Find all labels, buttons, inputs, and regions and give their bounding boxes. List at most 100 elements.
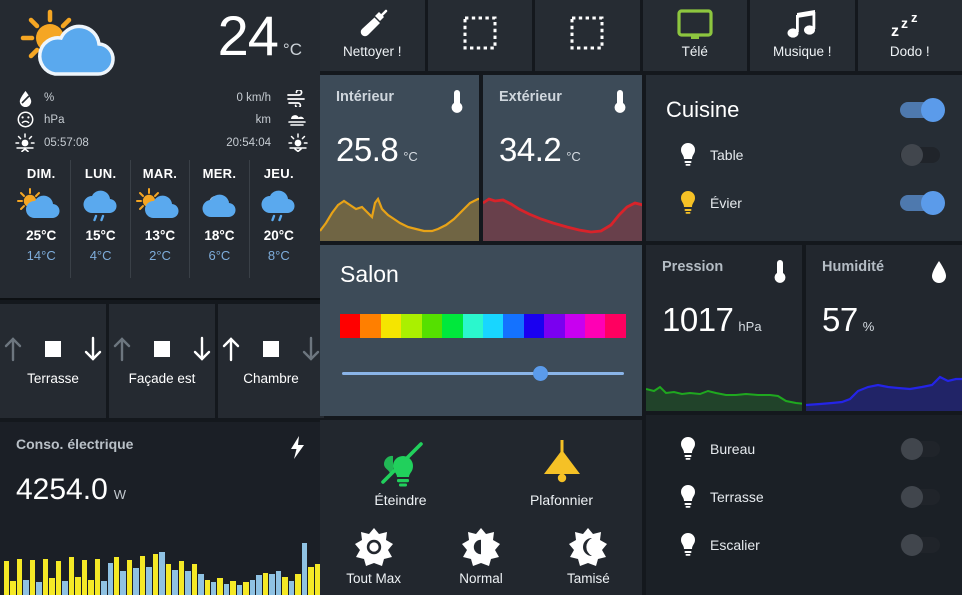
shutter-facade-est[interactable]: Façade est (109, 304, 215, 418)
light-toggle-bureau[interactable] (900, 437, 946, 461)
metric-title: Pression (662, 259, 724, 275)
scene-label: Tout Max (346, 571, 402, 587)
slider-knob[interactable] (533, 366, 549, 381)
forecast-day: DIM. 25°C 14°C (12, 160, 70, 278)
electric-bar (269, 574, 275, 595)
color-swatch[interactable] (544, 314, 565, 338)
shutter-terrasse[interactable]: Terrasse (0, 304, 106, 418)
shutter-chambre[interactable]: Chambre (218, 304, 324, 418)
color-swatch[interactable] (442, 314, 463, 338)
light-row-terrasse[interactable]: Terrasse (666, 473, 946, 521)
light-row-table[interactable]: Table (666, 131, 946, 179)
bolt-icon (289, 436, 306, 459)
brightness-slider[interactable] (340, 364, 626, 382)
electric-bar (256, 575, 262, 595)
vacuum-broom-icon (355, 7, 389, 43)
light-scene-buttons: Éteindre Plafonnier Tout Max Normal Tami… (320, 420, 642, 595)
light-name: Évier (710, 195, 742, 211)
shutter-up-button[interactable] (109, 334, 135, 364)
electric-bar (282, 576, 288, 595)
scene-button-tamise[interactable]: Tamisé (535, 519, 642, 595)
metric-card-exterieur[interactable]: Extérieur 34.2 °C (483, 75, 642, 241)
electric-bar (178, 561, 185, 595)
light-toggle-escalier[interactable] (900, 533, 946, 557)
shutter-down-button[interactable] (80, 334, 106, 364)
electric-bar (152, 554, 159, 595)
shutter-up-button[interactable] (218, 334, 244, 364)
metric-unit: °C (403, 149, 418, 164)
scene-button-plafonnier[interactable]: Plafonnier (481, 428, 642, 519)
humidity-drop-icon (12, 90, 38, 107)
color-swatch[interactable] (482, 314, 504, 338)
svg-text:z: z (911, 10, 918, 25)
light-toggle-evier[interactable] (900, 191, 946, 215)
color-swatch[interactable] (523, 314, 545, 338)
metric-card-pression[interactable]: Pression 1017 hPa (646, 245, 802, 411)
shutter-stop-button[interactable] (149, 334, 175, 364)
electric-bar (249, 579, 256, 595)
scene-button-normal[interactable]: Normal (427, 519, 534, 595)
metric-title: Humidité (822, 259, 885, 275)
toolbar-button-musique[interactable]: Musique ! (750, 0, 855, 71)
color-swatch[interactable] (360, 314, 381, 338)
electric-bar (62, 581, 68, 595)
toolbar-button-dodo[interactable]: zzz Dodo ! (857, 0, 962, 71)
toolbar-button-nettoyer[interactable]: Nettoyer ! (320, 0, 425, 71)
other-lights-panel: Bureau Terrasse Escalier (646, 415, 962, 595)
smart-home-dashboard: 24 °C % 0 km/h hPa km 05:57:08 20:54:04 … (0, 0, 962, 595)
electric-bar (23, 579, 29, 595)
scene-label: Éteindre (374, 492, 427, 509)
weather-forecast: DIM. 25°C 14°C LUN. 15°C 4°C MAR. 13°C 2… (12, 160, 308, 278)
toolbar-label: Télé (681, 44, 708, 59)
current-temperature: 24 °C (218, 6, 308, 64)
color-swatch[interactable] (605, 314, 626, 338)
scene-button-eteindre[interactable]: Éteindre (320, 428, 481, 519)
bulb-icon (666, 142, 710, 168)
scene-toolbar: Nettoyer ! Télé Musique ! z z z Dodo ! (320, 0, 962, 71)
weather-details: % 0 km/h hPa km 05:57:08 20:54:04 (12, 88, 308, 154)
right-wrapper: Nettoyer ! Télé Musique ! z z z Dodo ! I… (320, 0, 962, 595)
color-picker-bar[interactable] (340, 314, 626, 338)
metric-card-interieur[interactable]: Intérieur 25.8 °C (320, 75, 479, 241)
electric-bar (204, 579, 210, 595)
right-column: Cuisine Table Évier Pression 1017 hPa Hu… (646, 75, 962, 595)
color-swatch[interactable] (564, 314, 586, 338)
color-swatch[interactable] (421, 314, 443, 338)
color-swatch[interactable] (503, 314, 524, 338)
temperature-value: 24 (217, 4, 279, 67)
scene-label: Plafonnier (529, 492, 594, 509)
light-row-evier[interactable]: Évier (666, 179, 946, 227)
light-toggle-table[interactable] (900, 143, 946, 167)
shutter-down-button[interactable] (189, 334, 215, 364)
shutter-stop-button[interactable] (258, 334, 284, 364)
slider-track (342, 372, 624, 375)
color-swatch[interactable] (340, 314, 361, 338)
toolbar-button-tele[interactable]: Télé (642, 0, 747, 71)
svg-text:z: z (891, 23, 899, 40)
humidity-text: % (44, 92, 55, 105)
cuisine-master-toggle[interactable] (900, 98, 946, 122)
scene-button-tout-max[interactable]: Tout Max (320, 519, 427, 595)
color-swatch[interactable] (401, 314, 422, 338)
salon-title: Salon (340, 261, 399, 287)
light-row-escalier[interactable]: Escalier (666, 521, 946, 569)
forecast-high: 25°C (26, 228, 57, 243)
toolbar-button-placeholder-2[interactable] (535, 0, 640, 71)
sparkline-interieur (320, 196, 479, 241)
electric-bar (223, 583, 230, 595)
color-swatch[interactable] (462, 314, 483, 338)
sunrise-time: 05:57:08 (44, 136, 89, 149)
electric-bar (107, 562, 113, 595)
visibility-text: km (255, 113, 271, 126)
light-row-bureau[interactable]: Bureau (666, 425, 946, 473)
shutter-up-button[interactable] (0, 334, 26, 364)
lamp-off-icon (375, 438, 427, 488)
light-toggle-terrasse[interactable] (900, 485, 946, 509)
shutter-stop-button[interactable] (40, 334, 66, 364)
toolbar-label: Musique ! (772, 44, 832, 59)
color-swatch[interactable] (585, 314, 606, 338)
metric-card-humidite[interactable]: Humidité 57 % (806, 245, 962, 411)
toolbar-button-placeholder-1[interactable] (427, 0, 532, 71)
color-swatch[interactable] (380, 314, 402, 338)
electric-consumption-panel: Conso. électrique 4254.0 W (0, 422, 320, 595)
